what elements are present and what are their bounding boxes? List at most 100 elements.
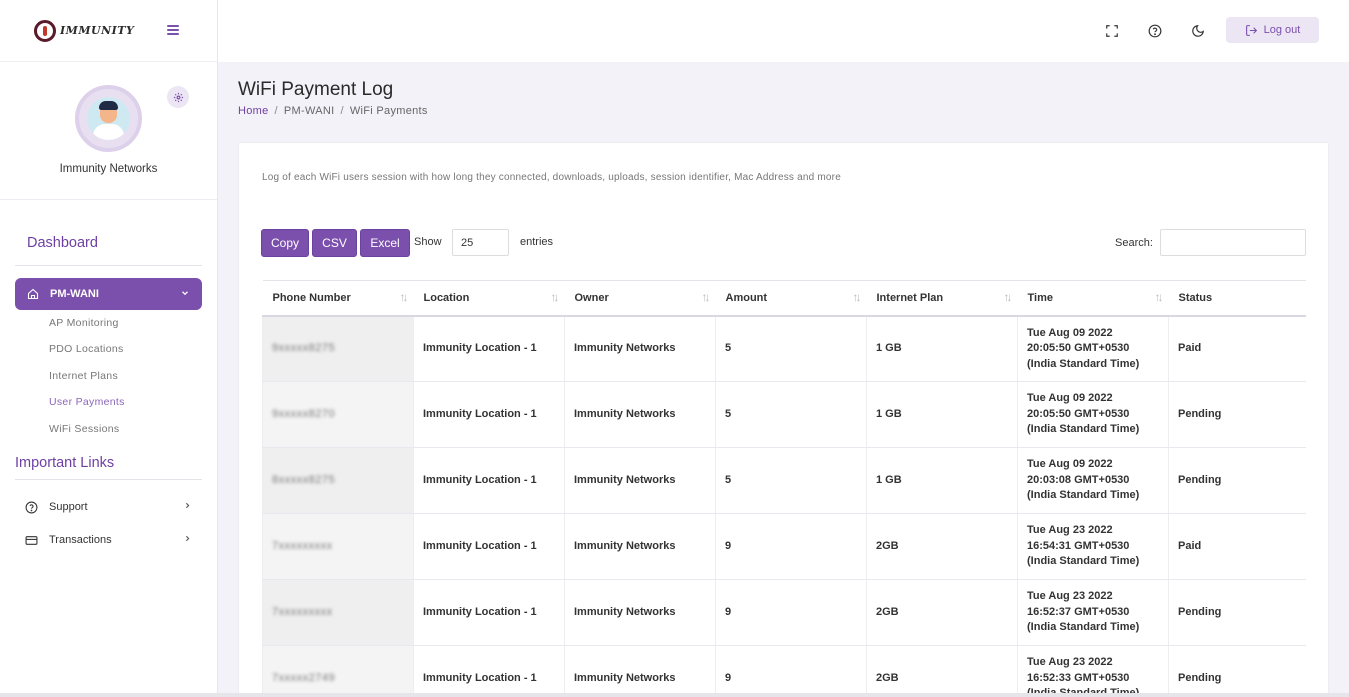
cell-phone: 9xxxxx8270 bbox=[262, 381, 414, 448]
divider bbox=[15, 479, 202, 480]
cell-location: Immunity Location - 1 bbox=[413, 579, 565, 646]
table-row: 9xxxxx8270 Immunity Location - 1 Immunit… bbox=[262, 381, 1306, 448]
sort-icon: ↑↓ bbox=[399, 290, 409, 304]
copy-button[interactable]: Copy bbox=[261, 229, 309, 257]
cell-owner: Immunity Networks bbox=[564, 645, 716, 697]
profile: Immunity Networks bbox=[0, 62, 217, 200]
card-description: Log of each WiFi users session with how … bbox=[262, 172, 841, 183]
topbar: Log out bbox=[218, 0, 1349, 62]
settings-gear-icon[interactable] bbox=[167, 86, 189, 108]
sidebar-item-ap-monitoring[interactable]: AP Monitoring bbox=[49, 317, 119, 329]
logo-text: IMMUNITY bbox=[60, 24, 135, 37]
column-header-amount[interactable]: Amount ↑↓ bbox=[715, 280, 867, 317]
payments-table-wrapper: Phone Number ↑↓ Location ↑↓ Owner ↑↓ Amount… bbox=[262, 280, 1306, 697]
cell-phone: 7xxxxx2749 bbox=[262, 645, 414, 697]
menu-toggle-icon[interactable] bbox=[167, 25, 179, 35]
entries-label: entries bbox=[520, 236, 554, 248]
cell-amount: 5 bbox=[715, 447, 867, 514]
sidebar-item-label: PM-WANI bbox=[50, 288, 99, 300]
profile-name: Immunity Networks bbox=[59, 163, 158, 175]
cell-amount: 5 bbox=[715, 315, 867, 382]
cell-amount: 9 bbox=[715, 513, 867, 580]
important-links-heading: Important Links bbox=[15, 455, 115, 471]
column-header-plan[interactable]: Internet Plan ↑↓ bbox=[866, 280, 1018, 317]
cell-owner: Immunity Networks bbox=[564, 579, 716, 646]
table-row: 7xxxxx2749 Immunity Location - 1 Immunit… bbox=[262, 645, 1306, 697]
csv-button[interactable]: CSV bbox=[312, 229, 357, 257]
logout-label: Log out bbox=[1263, 24, 1301, 36]
logo-icon bbox=[34, 19, 56, 42]
sort-icon: ↑↓ bbox=[701, 290, 711, 304]
logout-button[interactable]: Log out bbox=[1226, 17, 1319, 43]
show-label: Show bbox=[414, 236, 442, 248]
chevron-right-icon bbox=[185, 535, 190, 542]
sidebar-item-support[interactable]: Support bbox=[15, 495, 202, 519]
table-row: 7xxxxxxxxx Immunity Location - 1 Immunit… bbox=[262, 579, 1306, 646]
cell-location: Immunity Location - 1 bbox=[413, 447, 565, 514]
sidebar-item-user-payments[interactable]: User Payments bbox=[49, 396, 125, 408]
cell-time: Tue Aug 09 2022 20:03:08 GMT+0530 (India S… bbox=[1017, 447, 1169, 514]
cell-status: Pending bbox=[1168, 381, 1306, 448]
cell-location: Immunity Location - 1 bbox=[413, 513, 565, 580]
cell-amount: 9 bbox=[715, 579, 867, 646]
cell-time: Tue Aug 23 2022 16:54:31 GMT+0530 (India S… bbox=[1017, 513, 1169, 580]
help-icon[interactable] bbox=[1146, 22, 1164, 40]
breadcrumb-current: WiFi Payments bbox=[349, 105, 428, 117]
column-header-location[interactable]: Location ↑↓ bbox=[413, 280, 565, 317]
column-header-status[interactable]: Status↑↓ bbox=[1168, 280, 1306, 317]
sidebar-item-pm-wani[interactable]: PM-WANI bbox=[15, 278, 202, 310]
breadcrumb: Home / PM-WANI / WiFi Payments bbox=[238, 105, 428, 117]
search-input[interactable] bbox=[1160, 229, 1306, 256]
divider bbox=[15, 265, 202, 266]
sort-icon: ↑↓ bbox=[852, 290, 862, 304]
cell-location: Immunity Location - 1 bbox=[413, 645, 565, 697]
table-row: 7xxxxxxxxx Immunity Location - 1 Immunit… bbox=[262, 513, 1306, 580]
sidebar-item-internet-plans[interactable]: Internet Plans bbox=[49, 370, 118, 382]
cell-status: Pending bbox=[1168, 645, 1306, 697]
card-icon bbox=[25, 535, 38, 545]
cell-time: Tue Aug 09 2022 20:05:50 GMT+0530 (India S… bbox=[1017, 315, 1169, 382]
cell-owner: Immunity Networks bbox=[564, 447, 716, 514]
column-header-owner[interactable]: Owner ↑↓ bbox=[564, 280, 716, 317]
payment-log-card: Log of each WiFi users session with how … bbox=[238, 142, 1329, 697]
window-bottom-edge bbox=[0, 693, 1349, 697]
cell-amount: 9 bbox=[715, 645, 867, 697]
sort-icon: ↑↓ bbox=[550, 290, 560, 304]
logout-icon bbox=[1245, 24, 1257, 36]
breadcrumb-home[interactable]: Home bbox=[238, 105, 269, 117]
sidebar-item-wifi-sessions[interactable]: WiFi Sessions bbox=[49, 423, 119, 435]
cell-phone: 7xxxxxxxxx bbox=[262, 579, 414, 646]
dark-mode-moon-icon[interactable] bbox=[1189, 22, 1207, 40]
column-header-time[interactable]: Time ↑↓ bbox=[1017, 280, 1169, 317]
column-header-phone[interactable]: Phone Number ↑↓ bbox=[262, 280, 414, 317]
sidebar-item-pdo-locations[interactable]: PDO Locations bbox=[49, 343, 124, 355]
brand: IMMUNITY bbox=[0, 0, 217, 62]
cell-status: Paid bbox=[1168, 513, 1306, 580]
cell-location: Immunity Location - 1 bbox=[413, 381, 565, 448]
entries-select[interactable] bbox=[452, 229, 509, 256]
cell-status: Pending bbox=[1168, 447, 1306, 514]
table-row: 9xxxxx8275 Immunity Location - 1 Immunit… bbox=[262, 315, 1306, 382]
help-circle-icon bbox=[25, 501, 38, 513]
home-icon bbox=[27, 288, 39, 300]
sidebar-item-transactions[interactable]: Transactions bbox=[15, 528, 202, 552]
sidebar-item-label: Transactions bbox=[49, 534, 112, 546]
cell-plan: 1 GB bbox=[866, 447, 1018, 514]
breadcrumb-pm-wani[interactable]: PM-WANI bbox=[284, 105, 335, 117]
sort-icon: ↑↓ bbox=[1003, 290, 1013, 304]
cell-phone: 9xxxxx8275 bbox=[262, 315, 414, 382]
chevron-right-icon bbox=[185, 502, 190, 509]
cell-phone: 8xxxxx8275 bbox=[262, 447, 414, 514]
logo[interactable]: IMMUNITY bbox=[34, 19, 135, 42]
cell-status: Pending bbox=[1168, 579, 1306, 646]
cell-plan: 1 GB bbox=[866, 315, 1018, 382]
excel-button[interactable]: Excel bbox=[360, 229, 410, 257]
chevron-down-icon bbox=[182, 291, 188, 296]
cell-status: Paid bbox=[1168, 315, 1306, 382]
avatar bbox=[75, 85, 142, 152]
fullscreen-icon[interactable] bbox=[1103, 22, 1121, 40]
cell-time: Tue Aug 09 2022 20:05:50 GMT+0530 (India S… bbox=[1017, 381, 1169, 448]
sidebar-item-label: Support bbox=[49, 501, 88, 513]
dashboard-link[interactable]: Dashboard bbox=[27, 235, 98, 251]
cell-phone: 7xxxxxxxxx bbox=[262, 513, 414, 580]
